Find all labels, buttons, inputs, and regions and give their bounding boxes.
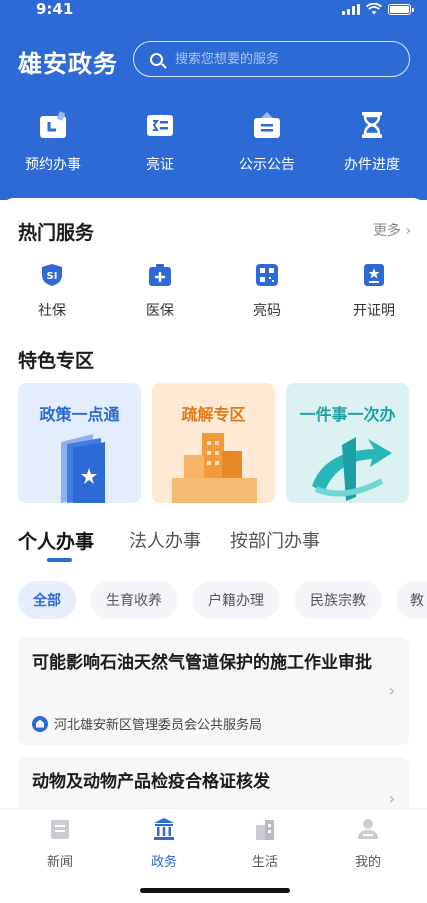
- life-icon: [256, 820, 274, 840]
- quick-action-show-id[interactable]: 亮证: [115, 110, 205, 174]
- service-label: 亮码: [253, 303, 281, 319]
- service-item-department: 河北雄安新区管理委员会公共服务局: [32, 714, 262, 733]
- filter-chip-all[interactable]: 全部: [18, 581, 76, 619]
- one-stop-icon: [312, 437, 392, 501]
- id-card-icon: [147, 115, 173, 136]
- featured-card-label: 政策一点通: [39, 405, 120, 424]
- status-time: 9:41: [36, 0, 74, 18]
- more-link[interactable]: 更多 ›: [373, 220, 411, 240]
- featured-card-one-thing[interactable]: 一件事一次办: [286, 383, 409, 503]
- featured-title: 特色专区: [18, 350, 95, 372]
- profile-icon: [358, 819, 378, 839]
- hot-services-title: 热门服务: [18, 222, 95, 244]
- app-title: 雄安政务: [18, 49, 118, 78]
- service-label: 医保: [146, 303, 174, 319]
- department-name: 河北雄安新区管理委员会公共服务局: [54, 718, 263, 733]
- status-icons: [342, 3, 414, 15]
- news-icon: [51, 820, 69, 839]
- medical-insurance-icon: [149, 264, 171, 286]
- service-label: 社保: [38, 303, 66, 319]
- hourglass-icon: [362, 112, 382, 138]
- featured-card-policy[interactable]: 政策一点通: [18, 383, 141, 503]
- service-label: 开证明: [353, 303, 395, 319]
- search-bar[interactable]: [133, 41, 410, 77]
- tab-indicator: [47, 558, 72, 562]
- tab-personal[interactable]: 个人办事: [18, 527, 94, 554]
- calendar-icon: [40, 111, 66, 138]
- service-item-title: 动物及动物产品检疫合格证核发: [32, 772, 270, 792]
- quick-action-label: 办件进度: [344, 157, 400, 173]
- filter-chip-ethnic-religion[interactable]: 民族宗教: [294, 581, 382, 619]
- nav-mine[interactable]: 我的: [328, 817, 408, 870]
- featured-card-label: 疏解专区: [181, 405, 246, 424]
- filter-chip-household[interactable]: 户籍办理: [192, 581, 280, 619]
- search-icon: [150, 52, 163, 66]
- certificate-icon: [364, 264, 384, 286]
- service-social-security[interactable]: SI 社保: [12, 263, 92, 320]
- service-show-code[interactable]: 亮码: [227, 263, 307, 320]
- quick-action-appointment[interactable]: 预约办事: [8, 110, 98, 174]
- featured-card-label: 一件事一次办: [299, 405, 396, 424]
- social-security-icon: SI: [42, 264, 62, 286]
- service-item-card[interactable]: 可能影响石油天然气管道保护的施工作业审批 › 河北雄安新区管理委员会公共服务局: [18, 637, 409, 745]
- battery-icon: [388, 3, 414, 15]
- wifi-icon: [366, 3, 382, 15]
- nav-life[interactable]: 生活: [225, 817, 305, 870]
- app-screen: 9:41 雄安政务 预约办事 亮证 公示公告: [0, 0, 427, 903]
- quick-actions: 预约办事 亮证 公示公告 办件进度: [0, 110, 427, 180]
- nav-label: 我的: [354, 855, 381, 870]
- quick-action-label: 公示公告: [239, 157, 295, 173]
- buildings-icon: [172, 433, 257, 503]
- home-icon: [32, 715, 48, 732]
- svg-text:SI: SI: [47, 271, 58, 282]
- signal-icon: [342, 3, 360, 15]
- nav-label: 政务: [150, 855, 177, 870]
- qr-code-icon: [256, 264, 278, 286]
- filter-chip-birth-adoption[interactable]: 生育收养: [90, 581, 178, 619]
- service-medical-insurance[interactable]: 医保: [120, 263, 200, 320]
- tab-legal-entity[interactable]: 法人办事: [129, 527, 201, 553]
- quick-action-label: 预约办事: [25, 157, 81, 173]
- search-input[interactable]: [175, 51, 375, 67]
- nav-label: 新闻: [46, 855, 73, 870]
- nav-label: 生活: [251, 855, 278, 870]
- quick-action-notice[interactable]: 公示公告: [222, 110, 312, 174]
- quick-action-progress[interactable]: 办件进度: [327, 110, 417, 174]
- status-bar: 9:41: [0, 0, 427, 22]
- header: 9:41 雄安政务 预约办事 亮证 公示公告: [0, 0, 427, 200]
- tab-by-department[interactable]: 按部门办事: [230, 527, 320, 553]
- nav-government[interactable]: 政务: [124, 817, 204, 870]
- nav-news[interactable]: 新闻: [20, 817, 100, 870]
- policy-book-icon: [61, 434, 105, 503]
- chevron-right-icon: ›: [388, 681, 395, 700]
- filter-chip-education[interactable]: 教: [396, 581, 427, 619]
- home-indicator[interactable]: [140, 888, 290, 893]
- service-certificate[interactable]: 开证明: [334, 263, 414, 320]
- filter-chips: 全部 生育收养 户籍办理 民族宗教 教: [18, 581, 427, 619]
- featured-card-relief[interactable]: 疏解专区: [152, 383, 275, 503]
- notice-board-icon: [254, 112, 280, 138]
- quick-action-label: 亮证: [146, 157, 174, 173]
- service-item-title: 可能影响石油天然气管道保护的施工作业审批: [32, 653, 372, 673]
- chevron-right-icon: ›: [388, 789, 395, 808]
- government-icon: [154, 818, 174, 840]
